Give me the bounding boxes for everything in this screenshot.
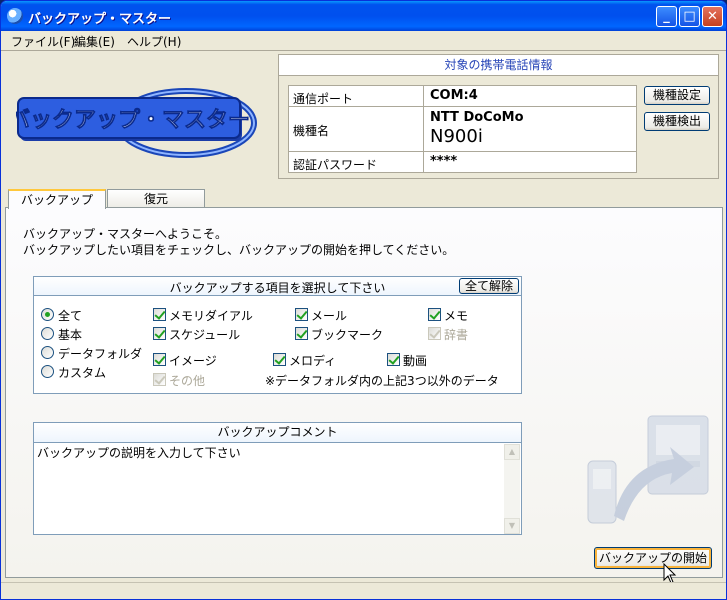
close-icon: ✕ xyxy=(707,9,718,24)
menu-help[interactable]: ヘルプ(H) xyxy=(127,33,181,50)
logo-text: バックアップ・マスター xyxy=(16,108,250,133)
tab-backup[interactable]: バックアップ xyxy=(8,189,106,209)
check-memory-dial-label: メモリダイアル xyxy=(169,309,253,323)
check-schedule-label: スケジュール xyxy=(169,328,241,342)
title-bar[interactable]: バックアップ・マスター _ □ ✕ xyxy=(1,1,726,31)
scroll-down-icon[interactable]: ▼ xyxy=(504,518,520,534)
radio-custom-label: カスタム xyxy=(58,366,107,380)
cell-divider xyxy=(423,107,424,151)
radio-all-label: 全て xyxy=(58,309,83,323)
menu-bar: ファイル(F) 編集(E) ヘルプ(H) xyxy=(1,31,726,50)
check-other-label: その他 xyxy=(169,374,206,388)
start-backup-button[interactable]: バックアップの開始 xyxy=(594,547,712,569)
check-mail[interactable] xyxy=(295,308,308,321)
model-name: N900i xyxy=(430,126,483,147)
check-bookmark-label: ブックマーク xyxy=(311,328,384,342)
check-video-label: 動画 xyxy=(403,354,428,368)
backup-items-header: バックアップする項目を選択して下さい 全て解除 xyxy=(34,277,521,296)
welcome-line-2: バックアップしたい項目をチェックし、バックアップの開始を押してください。 xyxy=(23,243,455,257)
check-memo-label: メモ xyxy=(444,309,469,323)
check-dictionary-label: 辞書 xyxy=(444,328,469,342)
radio-custom[interactable] xyxy=(41,365,54,378)
model-detect-button[interactable]: 機種検出 xyxy=(644,112,710,131)
backup-comment-box: バックアップコメント バックアップの説明を入力して下さい ▲ ▼ xyxy=(33,422,522,535)
welcome-line-1: バックアップ・マスターへようこそ。 xyxy=(23,227,228,241)
minimize-button[interactable]: _ xyxy=(656,6,677,27)
port-value: COM:4 xyxy=(430,88,478,103)
check-schedule[interactable] xyxy=(153,327,166,340)
row-model: 機種名 NTT DoCoMo N900i xyxy=(289,107,636,152)
radio-basic-label: 基本 xyxy=(58,328,83,342)
radio-data-folder[interactable] xyxy=(41,346,54,359)
menu-edit[interactable]: 編集(E) xyxy=(74,33,115,50)
check-dictionary xyxy=(428,327,441,340)
check-image-label: イメージ xyxy=(169,354,217,368)
model-maker: NTT DoCoMo xyxy=(430,110,524,125)
minimize-icon: _ xyxy=(663,9,670,24)
menu-file[interactable]: ファイル(F) xyxy=(11,33,75,50)
maximize-icon: □ xyxy=(683,9,696,24)
menu-separator xyxy=(1,50,726,51)
backup-items-title: バックアップする項目を選択して下さい xyxy=(169,281,386,295)
radio-data-folder-label: データフォルダ xyxy=(58,347,143,361)
close-button[interactable]: ✕ xyxy=(702,6,723,27)
app-logo: バックアップ・マスター xyxy=(16,88,257,158)
window-title: バックアップ・マスター xyxy=(28,12,172,27)
maximize-button[interactable]: □ xyxy=(679,6,700,27)
radio-basic[interactable] xyxy=(41,327,54,340)
row-password: 認証パスワード **** xyxy=(289,152,636,173)
comment-scrollbar[interactable]: ▲ ▼ xyxy=(504,444,520,534)
check-melody-label: メロディ xyxy=(289,354,337,368)
password-value: **** xyxy=(430,154,458,169)
cell-divider xyxy=(423,86,424,106)
check-melody[interactable] xyxy=(273,353,286,366)
check-bookmark[interactable] xyxy=(295,327,308,340)
check-mail-label: メール xyxy=(311,309,348,323)
check-image[interactable] xyxy=(153,353,166,366)
phone-to-pc-icon xyxy=(587,415,709,524)
check-other xyxy=(153,373,166,386)
port-label: 通信ポート xyxy=(293,92,354,106)
device-info-table: 通信ポート COM:4 機種名 NTT DoCoMo N900i 認証パスワード… xyxy=(288,85,637,173)
row-port: 通信ポート COM:4 xyxy=(289,86,636,107)
other-note: ※データフォルダ内の上記3つ以外のデータ xyxy=(265,374,499,388)
check-video[interactable] xyxy=(387,353,400,366)
device-info-panel: 対象の携帯電話情報 通信ポート COM:4 機種名 NTT DoCoMo N90… xyxy=(278,54,719,179)
status-bar xyxy=(1,582,726,599)
clear-all-button[interactable]: 全て解除 xyxy=(459,278,519,294)
password-label: 認証パスワード xyxy=(293,158,378,172)
check-memo[interactable] xyxy=(428,308,441,321)
model-label: 機種名 xyxy=(293,124,330,138)
app-icon[interactable] xyxy=(7,8,23,24)
cell-divider xyxy=(423,152,424,173)
scroll-up-icon[interactable]: ▲ xyxy=(504,444,520,460)
check-memory-dial[interactable] xyxy=(153,308,166,321)
model-settings-button[interactable]: 機種設定 xyxy=(644,86,710,105)
radio-all[interactable] xyxy=(41,308,54,321)
backup-items-group: バックアップする項目を選択して下さい 全て解除 全て 基本 データフォルダ カス… xyxy=(33,276,522,394)
backup-comment-input[interactable]: バックアップの説明を入力して下さい xyxy=(37,444,241,461)
tab-restore[interactable]: 復元 xyxy=(107,189,205,208)
backup-comment-header: バックアップコメント xyxy=(34,423,521,443)
device-info-header: 対象の携帯電話情報 xyxy=(279,55,718,76)
main-window: バックアップ・マスター _ □ ✕ ファイル(F) 編集(E) ヘルプ(H) バ… xyxy=(0,0,727,600)
